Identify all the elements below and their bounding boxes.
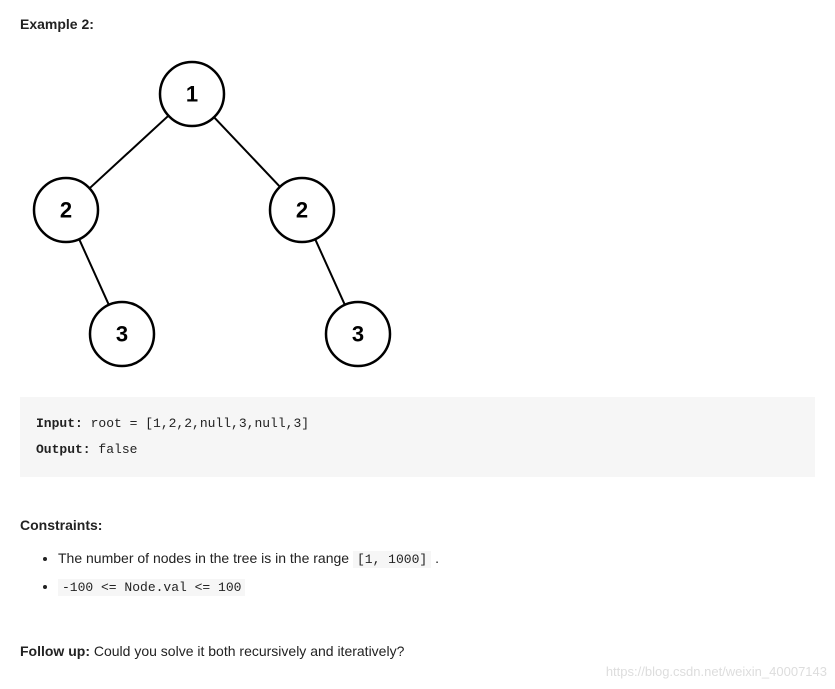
constraint-text: . bbox=[431, 550, 439, 566]
followup-label: Follow up: bbox=[20, 643, 90, 659]
tree-edge bbox=[315, 239, 345, 305]
constraint-code: -100 <= Node.val <= 100 bbox=[58, 579, 245, 596]
output-text: false bbox=[91, 442, 138, 457]
example-io-block: Input: root = [1,2,2,null,3,null,3] Outp… bbox=[20, 397, 815, 477]
input-line: Input: root = [1,2,2,null,3,null,3] bbox=[36, 411, 799, 437]
output-line: Output: false bbox=[36, 437, 799, 463]
input-text: root = [1,2,2,null,3,null,3] bbox=[83, 416, 309, 431]
tree-diagram: 1 2 2 3 3 bbox=[20, 46, 815, 379]
tree-svg: 1 2 2 3 3 bbox=[20, 46, 420, 376]
tree-edge bbox=[90, 116, 169, 189]
tree-node-value: 3 bbox=[352, 322, 364, 347]
followup: Follow up: Could you solve it both recur… bbox=[20, 643, 815, 659]
followup-text: Could you solve it both recursively and … bbox=[90, 643, 404, 659]
input-label: Input: bbox=[36, 416, 83, 431]
tree-node-value: 3 bbox=[116, 322, 128, 347]
constraints-heading: Constraints: bbox=[20, 517, 815, 533]
constraints-list: The number of nodes in the tree is in th… bbox=[20, 547, 815, 599]
tree-node-value: 1 bbox=[186, 82, 198, 107]
example-heading: Example 2: bbox=[20, 16, 815, 32]
tree-node-value: 2 bbox=[296, 198, 308, 223]
constraint-item: -100 <= Node.val <= 100 bbox=[58, 575, 815, 599]
constraint-item: The number of nodes in the tree is in th… bbox=[58, 547, 815, 571]
constraint-text: The number of nodes in the tree is in th… bbox=[58, 550, 353, 566]
constraint-code: [1, 1000] bbox=[353, 551, 431, 568]
tree-node-value: 2 bbox=[60, 198, 72, 223]
tree-edge bbox=[79, 239, 109, 305]
tree-edge bbox=[214, 117, 280, 187]
output-label: Output: bbox=[36, 442, 91, 457]
watermark: https://blog.csdn.net/weixin_40007143 bbox=[606, 664, 827, 679]
